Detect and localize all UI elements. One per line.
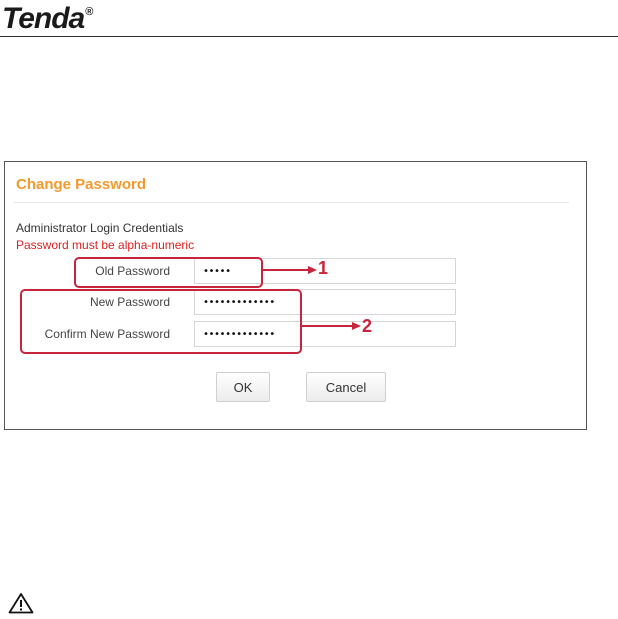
callout-box-1 [74, 257, 263, 288]
warning-triangle-icon [8, 592, 34, 619]
header-divider [0, 36, 618, 37]
cancel-button[interactable]: Cancel [306, 372, 386, 402]
callout-arrowhead-1 [308, 266, 317, 274]
title-divider [14, 202, 569, 203]
callout-arrow-1 [262, 269, 310, 271]
section-label: Administrator Login Credentials [16, 221, 184, 235]
callout-arrowhead-2 [352, 322, 361, 330]
panel-title: Change Password [16, 176, 147, 193]
change-password-panel: Change Password Administrator Login Cred… [4, 161, 587, 430]
callout-box-2 [20, 289, 302, 354]
callout-number-1: 1 [318, 258, 329, 278]
password-requirement-warning: Password must be alpha-numeric [16, 238, 195, 252]
callout-arrow-2 [302, 325, 354, 327]
tenda-logo: Tenda® [2, 2, 93, 35]
callout-number-2: 2 [362, 316, 373, 336]
ok-button[interactable]: OK [216, 372, 270, 402]
registered-mark: ® [85, 6, 93, 18]
